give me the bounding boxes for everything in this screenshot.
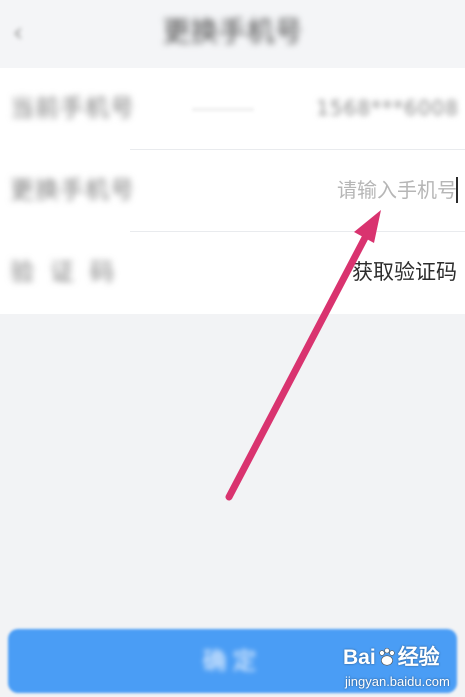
verification-row: 验证码 获取验证码 bbox=[0, 232, 465, 314]
new-phone-row: 更换手机号 bbox=[0, 150, 465, 232]
text-cursor bbox=[456, 177, 458, 203]
page-title: 更换手机号 bbox=[162, 15, 303, 48]
new-phone-label: 更换手机号 bbox=[10, 176, 135, 204]
get-code-button[interactable]: 获取验证码 bbox=[352, 256, 457, 288]
new-phone-input[interactable] bbox=[307, 171, 457, 209]
confirm-button[interactable]: 确定 bbox=[8, 629, 457, 693]
separator-mark bbox=[192, 108, 254, 111]
verification-label: 验证码 bbox=[10, 258, 130, 286]
confirm-button-label: 确定 bbox=[202, 647, 263, 675]
top-bar: ‹ 更换手机号 bbox=[0, 0, 465, 68]
current-phone-label: 当前手机号 bbox=[10, 94, 135, 122]
form-card: 当前手机号 1568***6008 更换手机号 验证码 获取验证码 bbox=[0, 68, 465, 314]
current-phone-row: 当前手机号 1568***6008 bbox=[0, 68, 465, 150]
current-phone-value: 1568***6008 bbox=[316, 96, 459, 120]
